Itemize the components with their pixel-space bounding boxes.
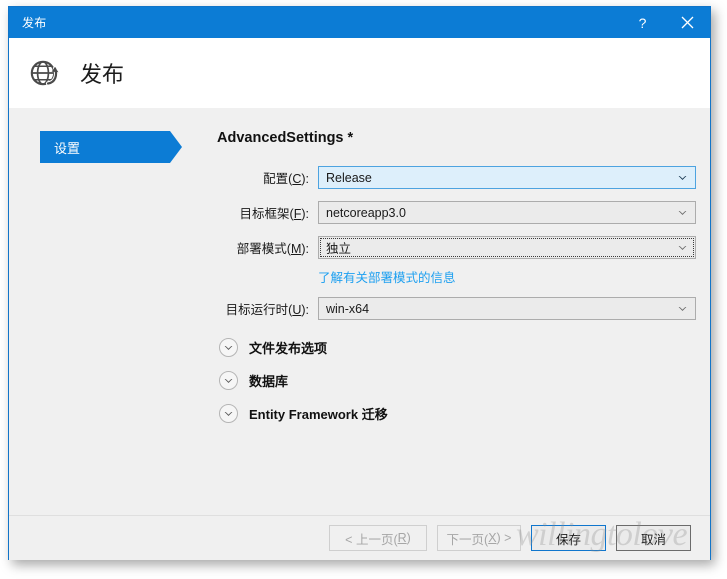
expander-file-publish-options[interactable]: 文件发布选项 xyxy=(217,334,697,361)
question-mark-icon: ? xyxy=(638,14,647,31)
next-button[interactable]: 下一页(X) > xyxy=(437,525,521,551)
sidebar-item-label: 设置 xyxy=(54,140,81,156)
configuration-value: Release xyxy=(326,170,372,185)
chevron-down-icon xyxy=(219,371,238,390)
settings-panel: AdvancedSettings * 配置(C): Release 目标框架(F… xyxy=(217,108,697,433)
target-runtime-label: 目标运行时(U): xyxy=(225,303,309,317)
configuration-label: 配置(C): xyxy=(263,172,309,186)
target-framework-combobox[interactable]: netcoreapp3.0 xyxy=(318,201,696,224)
deployment-mode-label: 部署模式(M): xyxy=(236,242,309,256)
deployment-mode-help-row: 了解有关部署模式的信息 xyxy=(217,267,697,286)
chevron-down-icon xyxy=(678,306,687,312)
expander-label: 文件发布选项 xyxy=(249,341,328,356)
configuration-combobox[interactable]: Release xyxy=(318,166,696,189)
settings-profile-title: AdvancedSettings * xyxy=(217,130,354,146)
form-row-configuration: 配置(C): Release xyxy=(217,166,697,189)
expander-label: Entity Framework 迁移 xyxy=(249,407,388,422)
close-icon xyxy=(681,16,694,29)
help-button[interactable]: ? xyxy=(620,7,665,38)
expander-entity-framework-migrations[interactable]: Entity Framework 迁移 xyxy=(217,400,697,427)
sidebar: 设置 xyxy=(40,131,200,163)
footer-button-group: < 上一页(R) 下一页(X) > 保存 取消 xyxy=(329,525,691,551)
chevron-down-icon xyxy=(219,338,238,357)
chevron-down-icon xyxy=(678,210,687,216)
settings-form: 配置(C): Release 目标框架(F): netcoreapp3.0 部署… xyxy=(217,166,697,320)
dialog-header: 发布 xyxy=(9,38,710,109)
expander-label: 数据库 xyxy=(249,374,289,389)
close-button[interactable] xyxy=(665,7,710,38)
expander-databases[interactable]: 数据库 xyxy=(217,367,697,394)
deployment-mode-help-link[interactable]: 了解有关部署模式的信息 xyxy=(318,267,456,286)
window-title: 发布 xyxy=(22,16,47,30)
deployment-mode-combobox[interactable]: 独立 xyxy=(318,236,696,259)
chevron-down-icon xyxy=(678,175,687,181)
globe-publish-icon xyxy=(26,54,64,92)
target-framework-label: 目标框架(F): xyxy=(239,207,309,221)
expander-list: 文件发布选项 数据库 Entity Framework 迁移 xyxy=(217,334,697,427)
link-spacer xyxy=(217,267,318,286)
form-row-target-runtime: 目标运行时(U): win-x64 xyxy=(217,297,697,320)
chevron-down-icon xyxy=(219,404,238,423)
chevron-down-icon xyxy=(678,245,687,251)
previous-button[interactable]: < 上一页(R) xyxy=(329,525,427,551)
target-runtime-combobox[interactable]: win-x64 xyxy=(318,297,696,320)
target-framework-value: netcoreapp3.0 xyxy=(326,205,406,220)
deployment-mode-value: 独立 xyxy=(326,242,352,256)
target-runtime-value: win-x64 xyxy=(326,301,370,316)
publish-dialog-window: 发布 ? 发布 设置 AdvancedSettings * 配置(C): Rel… xyxy=(8,6,711,560)
page-title: 发布 xyxy=(80,62,125,87)
sidebar-item-settings[interactable]: 设置 xyxy=(40,131,182,163)
screenshot-root: 发布 ? 发布 设置 AdvancedSettings * 配置(C): Rel… xyxy=(0,0,727,579)
title-bar: 发布 ? xyxy=(9,7,710,38)
form-row-deployment-mode: 部署模式(M): 独立 xyxy=(217,236,697,259)
dialog-body: 设置 AdvancedSettings * 配置(C): Release 目标框… xyxy=(9,108,710,515)
cancel-button[interactable]: 取消 xyxy=(616,525,691,551)
form-row-target-framework: 目标框架(F): netcoreapp3.0 xyxy=(217,201,697,224)
save-button[interactable]: 保存 xyxy=(531,525,606,551)
dialog-footer: < 上一页(R) 下一页(X) > 保存 取消 xyxy=(9,515,710,560)
